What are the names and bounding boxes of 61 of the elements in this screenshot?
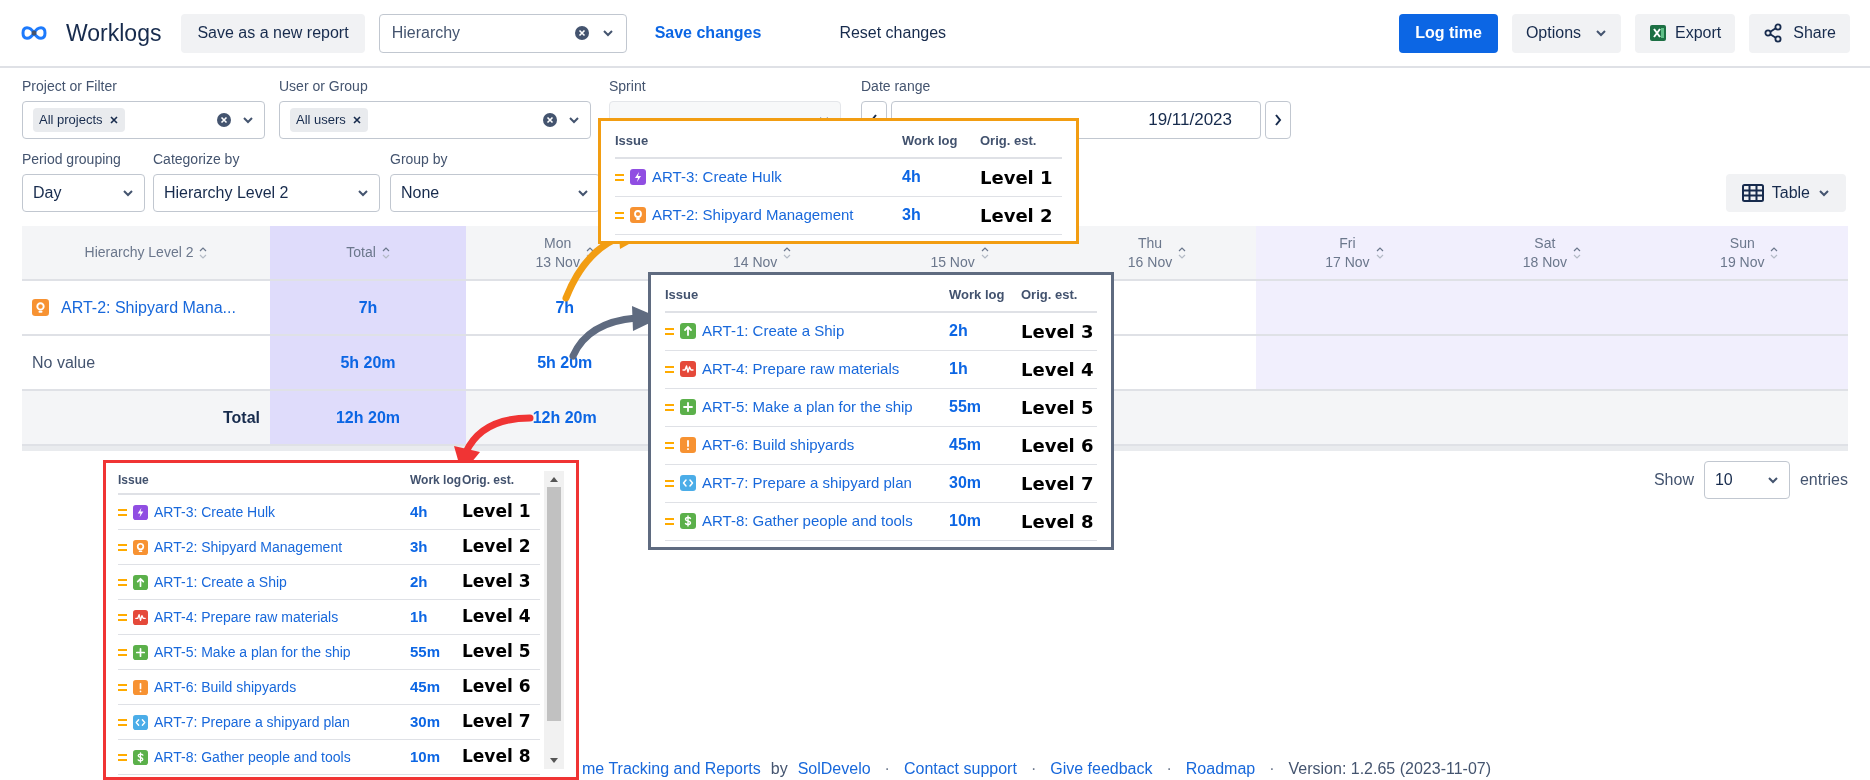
work-log-value: 1h [410,606,429,627]
level-annotation: Level 7 [1021,471,1095,496]
level-annotation: Level 2 [462,535,532,559]
work-log-value: 55m [410,641,442,662]
separator: · [1268,759,1276,779]
entries-label: entries [1799,470,1848,490]
level-annotation: Level 8 [462,745,532,769]
level-annotation: Level 1 [462,500,532,524]
level-annotation: Level 2 [980,203,1054,228]
work-log-value: 4h [410,501,429,522]
column-header: Work log [949,286,1006,304]
level-annotation: Level 3 [462,570,532,594]
field-label: User or Group [279,77,369,96]
level-annotation: Level 6 [462,675,532,699]
column-header: Orig. est. [462,472,515,489]
table-cell: 12h 20m [270,391,466,446]
column-header: Issue [615,132,650,150]
separator: · [1165,759,1173,779]
work-log-value: 55m [949,397,983,417]
footer-text: Version: 1.2.65 (2023-11-07) [1288,759,1491,779]
level-annotation: Level 7 [462,710,532,734]
field-label: Date range [861,77,932,96]
level-annotation: Level 8 [1021,509,1095,534]
field-label: Sprint [609,77,647,96]
column-header: Issue [665,286,700,304]
separator: · [883,759,891,779]
work-log-value: 3h [902,205,922,225]
work-log-value: 30m [949,473,983,493]
level-annotation: Level 4 [462,605,532,629]
column-header: Orig. est. [980,132,1038,150]
work-log-value: 45m [410,676,442,697]
column-header: Issue [118,472,150,489]
table-cell: Total [22,391,270,446]
table-cell: 7h [270,281,466,336]
page-title: Worklogs [66,18,162,48]
work-log-value: 10m [949,511,983,531]
level-annotation: Level 4 [1021,357,1095,382]
field-label: Project or Filter [22,77,118,96]
level-annotation: Level 6 [1021,433,1095,458]
footer-text: by [770,759,788,779]
show-label: Show [1653,470,1694,490]
field-label: Categorize by [153,150,241,169]
separator: · [1029,759,1038,779]
work-log-value: 45m [949,435,983,455]
work-log-value: 30m [410,711,442,732]
column-header: Work log [410,472,462,489]
field-label: Group by [390,150,449,169]
table-cell: 5h 20m [270,336,466,391]
column-header: Work log [902,132,959,150]
level-annotation: Level 3 [1021,319,1095,344]
work-log-value: 4h [902,167,922,187]
work-log-value: 3h [410,536,429,557]
level-annotation: Level 1 [980,165,1054,190]
level-annotation: Level 5 [462,640,532,664]
work-log-value: 2h [410,571,429,592]
work-log-value: 10m [410,746,442,767]
work-log-value: 1h [949,359,969,379]
level-annotation: Level 5 [1021,395,1095,420]
column-header: Orig. est. [1021,286,1079,304]
field-label: Period grouping [22,150,122,169]
work-log-value: 2h [949,321,969,341]
